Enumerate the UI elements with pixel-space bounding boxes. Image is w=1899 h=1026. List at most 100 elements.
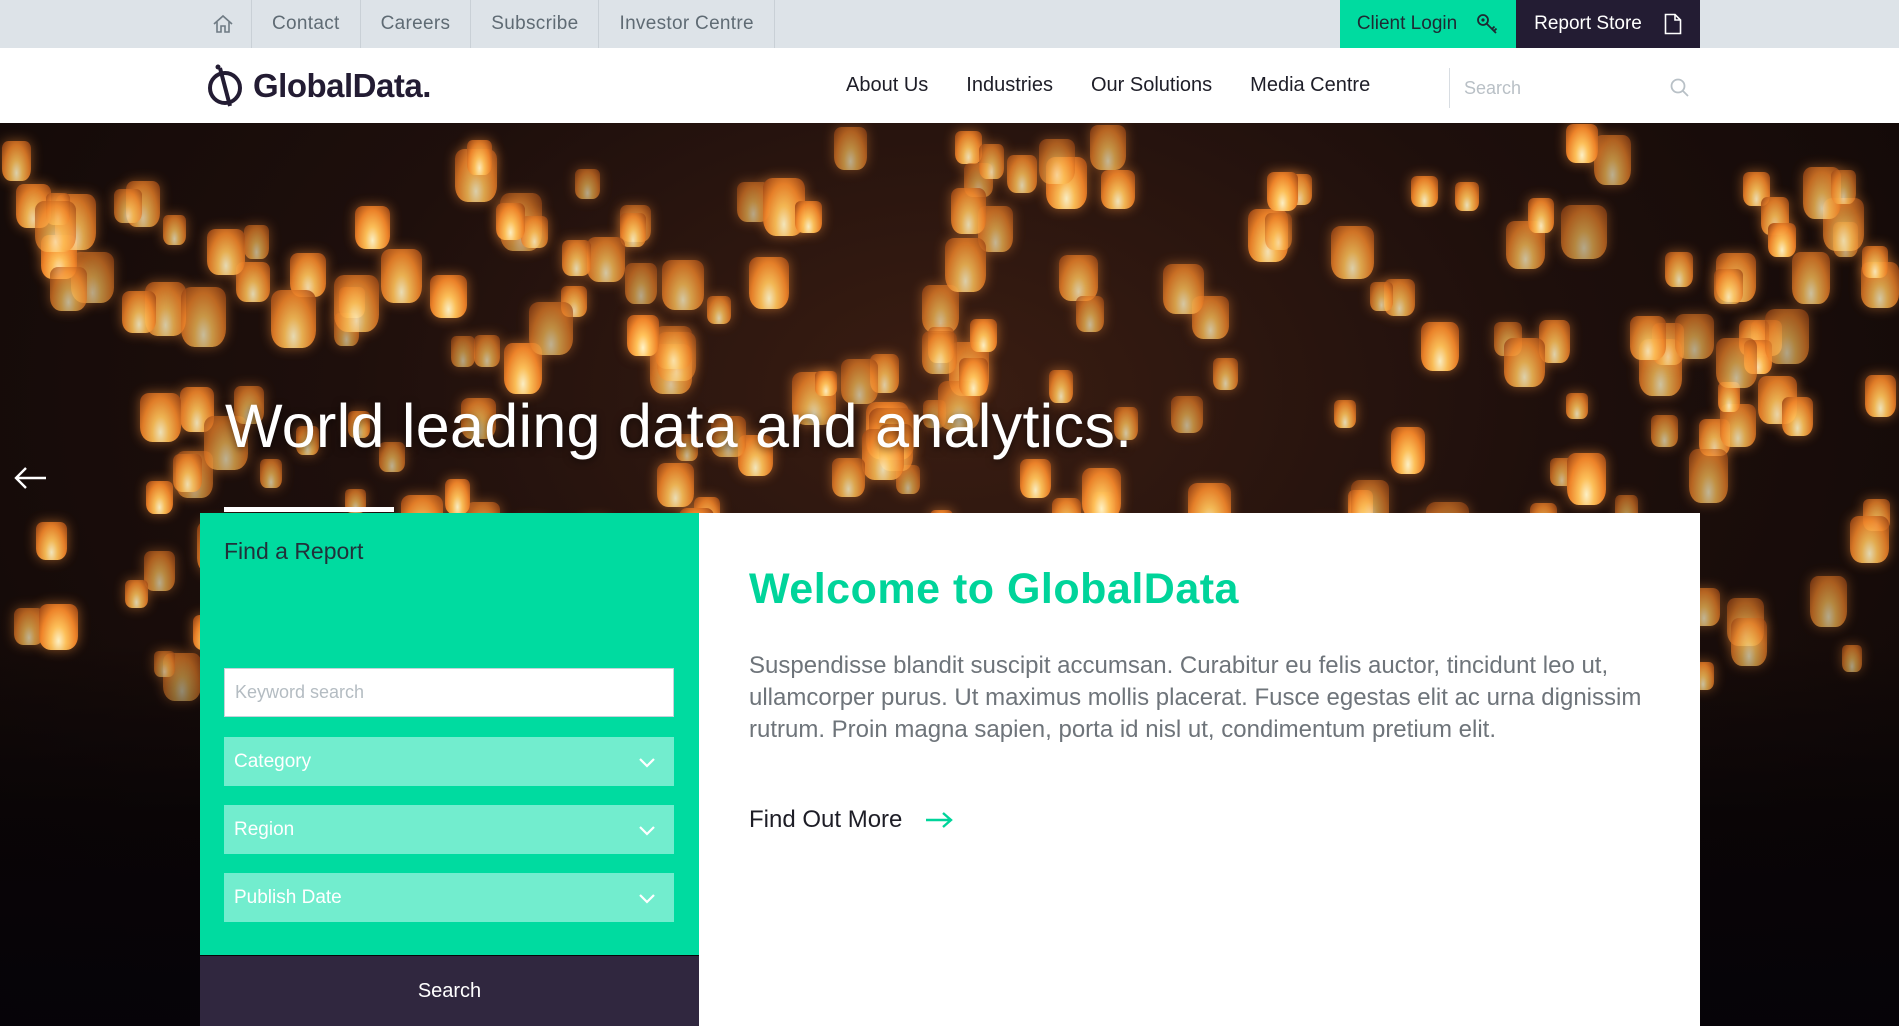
lantern [1370,282,1393,311]
lantern [1792,252,1830,304]
lantern [146,481,173,514]
lantern [1267,172,1298,211]
lantern [1651,415,1678,447]
lantern [922,285,959,333]
hero-title: World leading data and analytics. [225,392,1133,460]
key-icon [1477,14,1498,34]
lantern [1567,453,1606,505]
home-link[interactable] [194,0,252,48]
lantern [1594,135,1631,185]
lantern [1716,338,1757,388]
lantern [260,459,282,488]
lantern [922,331,957,374]
utility-links: Contact Careers Subscribe Investor Centr… [194,0,775,48]
find-out-more-link[interactable]: Find Out More [749,806,954,834]
lantern [625,263,657,304]
lantern [1850,516,1889,563]
nav-media-centre[interactable]: Media Centre [1250,74,1370,97]
lantern [181,287,226,347]
lantern [562,240,591,276]
lantern [271,290,316,348]
lantern [1689,449,1728,503]
document-icon [1664,13,1682,35]
chevron-down-icon [639,757,655,768]
arrow-right-icon [926,812,954,828]
region-select-label: Region [234,818,295,840]
nav-industries[interactable]: Industries [966,74,1053,97]
lantern [1213,358,1238,390]
publish-date-select[interactable]: Publish Date [224,873,674,922]
lantern [1391,427,1425,474]
lantern [467,140,492,175]
find-report-search-button[interactable]: Search [200,956,699,1026]
logo[interactable]: GlobalData. [205,62,431,110]
lantern [1059,255,1098,301]
search-icon[interactable] [1669,77,1691,99]
home-icon [212,14,233,33]
lantern [1765,309,1809,364]
lantern [1675,314,1714,359]
arrow-left-icon[interactable] [10,463,50,493]
lantern [1331,226,1374,279]
lantern [474,335,500,367]
lantern [1334,400,1356,428]
lantern [575,169,600,199]
welcome-panel: Welcome to GlobalData Suspendisse blandi… [699,513,1700,1026]
lantern [1831,170,1856,204]
lantern [496,203,525,240]
lantern [1163,264,1204,314]
main-header: GlobalData. About Us Industries Our Solu… [0,48,1899,123]
hero-tab-indicator [224,507,394,512]
lantern [144,551,175,591]
lantern [1171,396,1203,433]
lantern [445,479,470,514]
lantern [832,458,865,497]
report-store-button[interactable]: Report Store [1516,0,1700,48]
lantern [207,229,245,275]
lantern [707,296,731,324]
lantern [1076,296,1104,332]
lantern [36,522,67,560]
find-report-title: Find a Report [224,538,364,564]
category-select-label: Category [234,750,312,772]
client-login-button[interactable]: Client Login [1340,0,1516,48]
lantern [662,260,704,310]
utility-link-investor-centre[interactable]: Investor Centre [599,0,775,48]
utility-link-subscribe[interactable]: Subscribe [471,0,600,48]
lantern [979,144,1004,179]
chevron-down-icon [639,893,655,904]
region-select[interactable]: Region [224,805,674,854]
lantern [114,189,142,223]
lantern [1504,338,1545,387]
nav-about-us[interactable]: About Us [846,74,928,97]
lantern [2,141,31,181]
header-search [1449,68,1700,108]
utility-link-contact[interactable]: Contact [252,0,361,48]
keyword-search-input[interactable] [224,668,674,717]
lantern [1020,459,1051,498]
lantern [795,201,822,233]
lantern [521,216,548,248]
find-report-panel: Find a Report Category Region Publish Da… [200,513,699,955]
lantern [1455,182,1479,211]
lantern [1007,155,1037,193]
lantern [951,188,986,234]
lantern [955,131,982,164]
header-search-input[interactable] [1464,74,1654,102]
lantern [657,463,694,507]
lantern [945,238,986,292]
lantern [1082,468,1121,519]
lantern [627,315,659,356]
lantern [834,127,867,170]
find-out-more-label: Find Out More [749,806,903,833]
lantern [1665,252,1693,287]
category-select[interactable]: Category [224,737,674,786]
lantern [381,249,422,303]
logo-text: GlobalData. [253,67,431,104]
lantern [970,319,997,352]
lantern [1865,375,1896,417]
nav-our-solutions[interactable]: Our Solutions [1091,74,1212,97]
lantern [244,225,269,259]
lantern [587,237,625,282]
utility-link-careers[interactable]: Careers [361,0,472,48]
